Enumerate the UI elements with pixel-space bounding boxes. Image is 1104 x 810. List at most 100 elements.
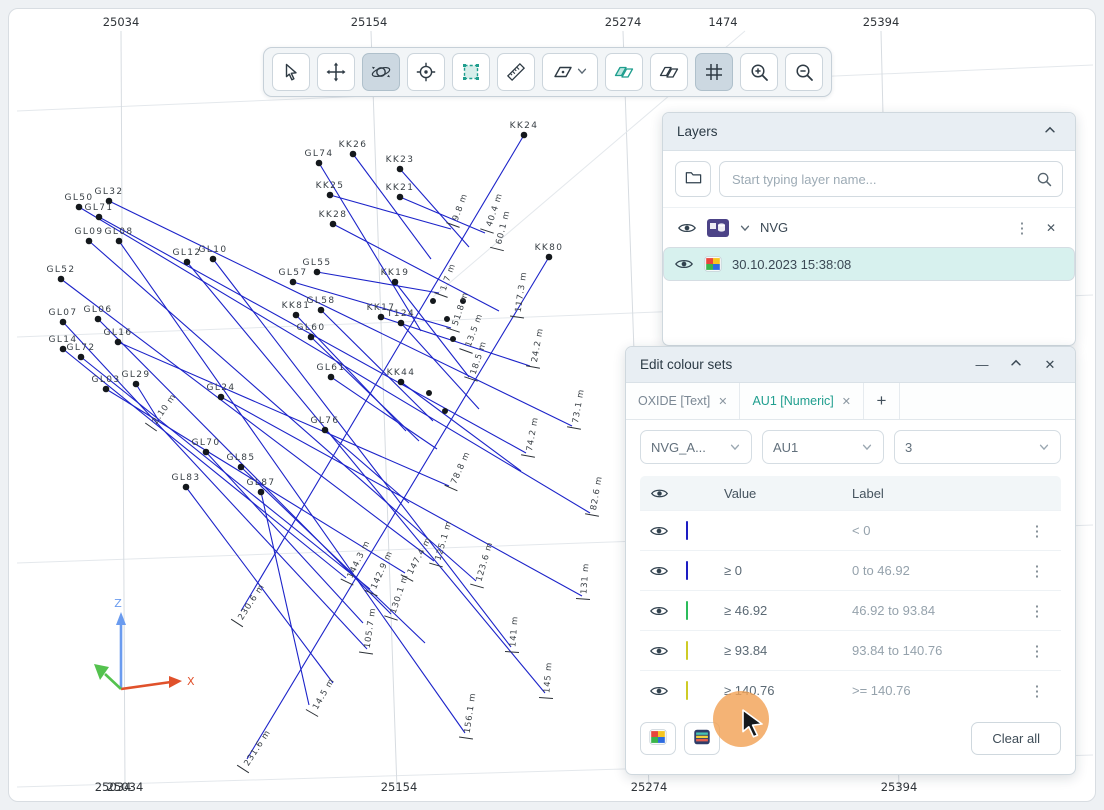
- database-select[interactable]: NVG_A...: [640, 430, 752, 464]
- drillhole-collar[interactable]: [327, 192, 334, 199]
- drillhole-collar[interactable]: [378, 314, 385, 321]
- drillhole-collar[interactable]: [316, 160, 323, 167]
- drillhole-trace[interactable]: [118, 342, 449, 486]
- drillhole-collar[interactable]: [183, 484, 190, 491]
- drillhole-collar[interactable]: [58, 276, 65, 283]
- layer-row[interactable]: NVG⋮✕: [663, 207, 1075, 247]
- drillhole-collar[interactable]: [60, 346, 67, 353]
- visibility-toggle[interactable]: [640, 641, 678, 661]
- drillhole-collar[interactable]: [314, 269, 321, 276]
- remove-layer-button[interactable]: ✕: [1041, 221, 1061, 235]
- row-menu-button[interactable]: ⋮: [1027, 682, 1047, 700]
- visibility-toggle[interactable]: [674, 254, 694, 274]
- drillhole-trace[interactable]: [61, 279, 434, 561]
- close-panel-button[interactable]: ✕: [1039, 354, 1061, 376]
- row-menu-button[interactable]: ⋮: [1027, 642, 1047, 660]
- drillhole-collar[interactable]: [290, 279, 297, 286]
- colour-set-palette-button[interactable]: [640, 722, 676, 755]
- drillhole-trace[interactable]: [325, 430, 409, 503]
- drillhole-collar[interactable]: [218, 394, 225, 401]
- field-select[interactable]: AU1: [762, 430, 884, 464]
- drillhole-trace[interactable]: [89, 241, 476, 581]
- drillhole-trace[interactable]: [247, 257, 549, 759]
- drillhole-collar[interactable]: [444, 316, 450, 322]
- drillhole-collar[interactable]: [184, 259, 191, 266]
- drillhole-collar[interactable]: [392, 279, 399, 286]
- clear-all-button[interactable]: Clear all: [971, 722, 1061, 755]
- drillhole-collar[interactable]: [203, 449, 210, 456]
- layer-search-input[interactable]: [719, 161, 1063, 197]
- focus-target-button[interactable]: [407, 53, 445, 91]
- drillhole-collar[interactable]: [95, 316, 102, 323]
- drillhole-collar[interactable]: [426, 390, 432, 396]
- intervals-select[interactable]: 3: [894, 430, 1061, 464]
- area-select-button[interactable]: [452, 53, 490, 91]
- drillhole-collar[interactable]: [115, 339, 122, 346]
- drillhole-collar[interactable]: [78, 354, 85, 361]
- visibility-toggle[interactable]: [640, 561, 678, 581]
- drillhole-collar[interactable]: [76, 204, 83, 211]
- drillhole-trace[interactable]: [400, 197, 485, 233]
- minimize-panel-button[interactable]: —: [971, 354, 993, 376]
- visibility-toggle[interactable]: [640, 521, 678, 541]
- collapse-layers-button[interactable]: [1039, 121, 1061, 143]
- drillhole-trace[interactable]: [241, 135, 524, 611]
- drillhole-trace[interactable]: [317, 272, 439, 293]
- visibility-toggle[interactable]: [640, 601, 678, 621]
- drillhole-trace[interactable]: [353, 154, 431, 259]
- collapse-panel-button[interactable]: [1005, 354, 1027, 376]
- zoom-out-button[interactable]: [785, 53, 823, 91]
- orbit-button[interactable]: [362, 53, 400, 91]
- section-planes-button[interactable]: [650, 53, 688, 91]
- measure-ruler-button[interactable]: [497, 53, 535, 91]
- drillhole-collar[interactable]: [430, 298, 436, 304]
- drillhole-collar[interactable]: [116, 238, 123, 245]
- drillhole-collar[interactable]: [210, 256, 217, 263]
- pan-button[interactable]: [317, 53, 355, 91]
- colour-swatch[interactable]: [686, 561, 688, 580]
- zoom-in-button[interactable]: [740, 53, 778, 91]
- add-colour-set-button[interactable]: +: [864, 383, 900, 419]
- visibility-toggle[interactable]: [677, 218, 697, 238]
- drillhole-collar[interactable]: [103, 386, 110, 393]
- drillhole-collar[interactable]: [521, 132, 528, 139]
- grid-button[interactable]: [695, 53, 733, 91]
- select-cursor-button[interactable]: [272, 53, 310, 91]
- row-menu-button[interactable]: ⋮: [1027, 602, 1047, 620]
- drillhole-collar[interactable]: [318, 307, 325, 314]
- drillhole-collar[interactable]: [397, 166, 404, 173]
- layer-row[interactable]: 30.10.2023 15:38:08: [663, 247, 1075, 281]
- drillhole-trace[interactable]: [333, 224, 499, 311]
- drillhole-collar[interactable]: [328, 374, 335, 381]
- drillhole-collar[interactable]: [398, 379, 405, 386]
- tab-au1-numeric[interactable]: AU1 [Numeric] ✕: [740, 383, 864, 419]
- open-layer-button[interactable]: [675, 161, 711, 197]
- drillhole-collar[interactable]: [442, 408, 448, 414]
- visibility-toggle-all[interactable]: [640, 484, 678, 503]
- drillhole-collar[interactable]: [96, 214, 103, 221]
- tab-oxide-text[interactable]: OXIDE [Text] ✕: [626, 383, 740, 419]
- drillhole-collar[interactable]: [546, 254, 553, 261]
- drillhole-collar[interactable]: [238, 464, 245, 471]
- drillhole-trace[interactable]: [331, 377, 437, 449]
- layer-menu-button[interactable]: ⋮: [1012, 219, 1032, 237]
- drillhole-collar[interactable]: [258, 489, 265, 496]
- section-planes-filled-button[interactable]: [605, 53, 643, 91]
- chevron-down-icon[interactable]: [739, 222, 751, 234]
- drillhole-collar[interactable]: [330, 221, 337, 228]
- drillhole-collar[interactable]: [308, 334, 315, 341]
- row-menu-button[interactable]: ⋮: [1027, 522, 1047, 540]
- drillhole-collar[interactable]: [398, 320, 405, 327]
- drillhole-collar[interactable]: [60, 319, 67, 326]
- close-icon[interactable]: ✕: [718, 395, 727, 408]
- colour-swatch[interactable]: [686, 641, 688, 660]
- colour-swatch[interactable]: [686, 521, 688, 540]
- drillhole-trace[interactable]: [395, 282, 469, 377]
- colour-swatch[interactable]: [686, 601, 688, 620]
- drillhole-collar[interactable]: [350, 151, 357, 158]
- close-icon[interactable]: ✕: [842, 395, 851, 408]
- drillhole-collar[interactable]: [86, 238, 93, 245]
- drillhole-collar[interactable]: [293, 312, 300, 319]
- drillhole-collar[interactable]: [322, 427, 329, 434]
- colour-swatch[interactable]: [686, 681, 688, 700]
